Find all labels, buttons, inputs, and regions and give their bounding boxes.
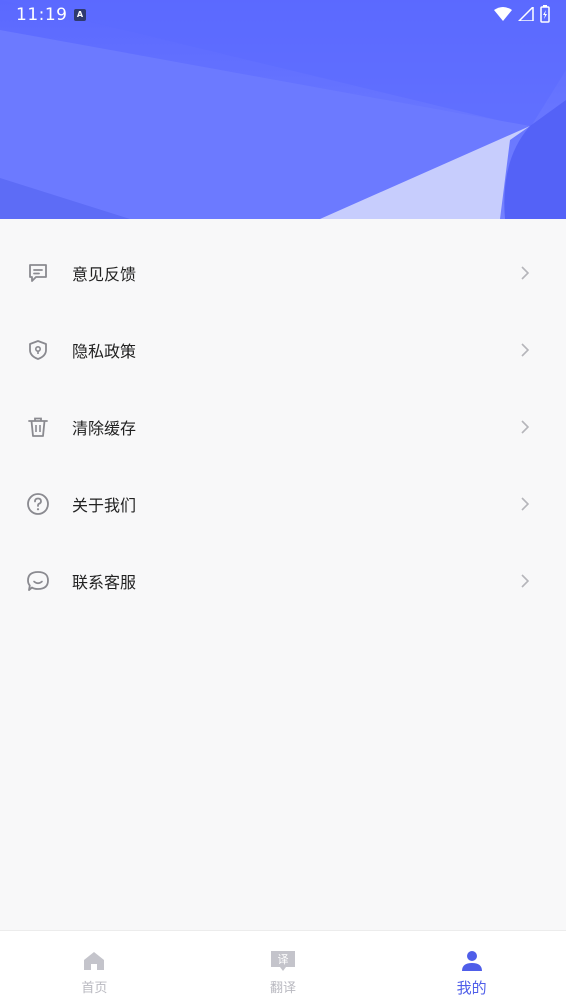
menu-item-clear-cache[interactable]: 清除缓存 — [0, 388, 566, 465]
menu-item-contact-support[interactable]: 联系客服 — [0, 542, 566, 619]
nav-label: 翻译 — [270, 981, 297, 996]
translate-icon: 译 — [271, 951, 295, 971]
help-circle-icon — [27, 492, 49, 515]
cell-signal-icon — [518, 7, 534, 21]
status-bar: 11:19 A — [0, 0, 566, 30]
nav-tab-home[interactable]: 首页 — [0, 931, 189, 1008]
chat-bubble-icon — [27, 570, 49, 591]
menu-item-label: 意见反馈 — [72, 264, 137, 284]
feedback-icon — [29, 263, 47, 282]
battery-icon — [540, 5, 550, 23]
user-icon — [461, 951, 482, 971]
trash-icon — [28, 417, 48, 437]
chevron-right-icon — [521, 265, 530, 280]
menu-item-feedback[interactable]: 意见反馈 — [0, 234, 566, 311]
nav-tab-mine[interactable]: 我的 — [377, 931, 566, 1008]
menu-item-label: 清除缓存 — [72, 418, 137, 438]
header-decoration — [0, 0, 566, 219]
nav-label: 首页 — [81, 981, 108, 996]
chevron-right-icon — [521, 573, 530, 588]
chevron-right-icon — [521, 342, 530, 357]
menu-item-label: 联系客服 — [72, 572, 137, 592]
settings-menu: 意见反馈 隐私政策 清除缓存 关于我们 联系客服 — [0, 219, 566, 619]
nav-label: 我的 — [456, 979, 487, 997]
translate-icon-text: 译 — [278, 953, 289, 966]
chevron-right-icon — [521, 419, 530, 434]
menu-item-label: 关于我们 — [72, 495, 137, 515]
wifi-icon — [494, 7, 512, 21]
home-icon — [84, 952, 105, 970]
status-icons — [494, 5, 550, 23]
profile-header-banner — [0, 0, 566, 219]
chevron-right-icon — [521, 496, 530, 511]
menu-item-label: 隐私政策 — [72, 341, 137, 361]
menu-item-privacy-policy[interactable]: 隐私政策 — [0, 311, 566, 388]
status-time: 11:19 — [16, 5, 68, 25]
bottom-nav: 首页 译 翻译 我的 — [0, 930, 566, 1008]
menu-item-about-us[interactable]: 关于我们 — [0, 465, 566, 542]
nav-tab-translate[interactable]: 译 翻译 — [189, 931, 378, 1008]
privacy-shield-icon — [29, 339, 47, 360]
notification-icon: A — [74, 9, 86, 21]
